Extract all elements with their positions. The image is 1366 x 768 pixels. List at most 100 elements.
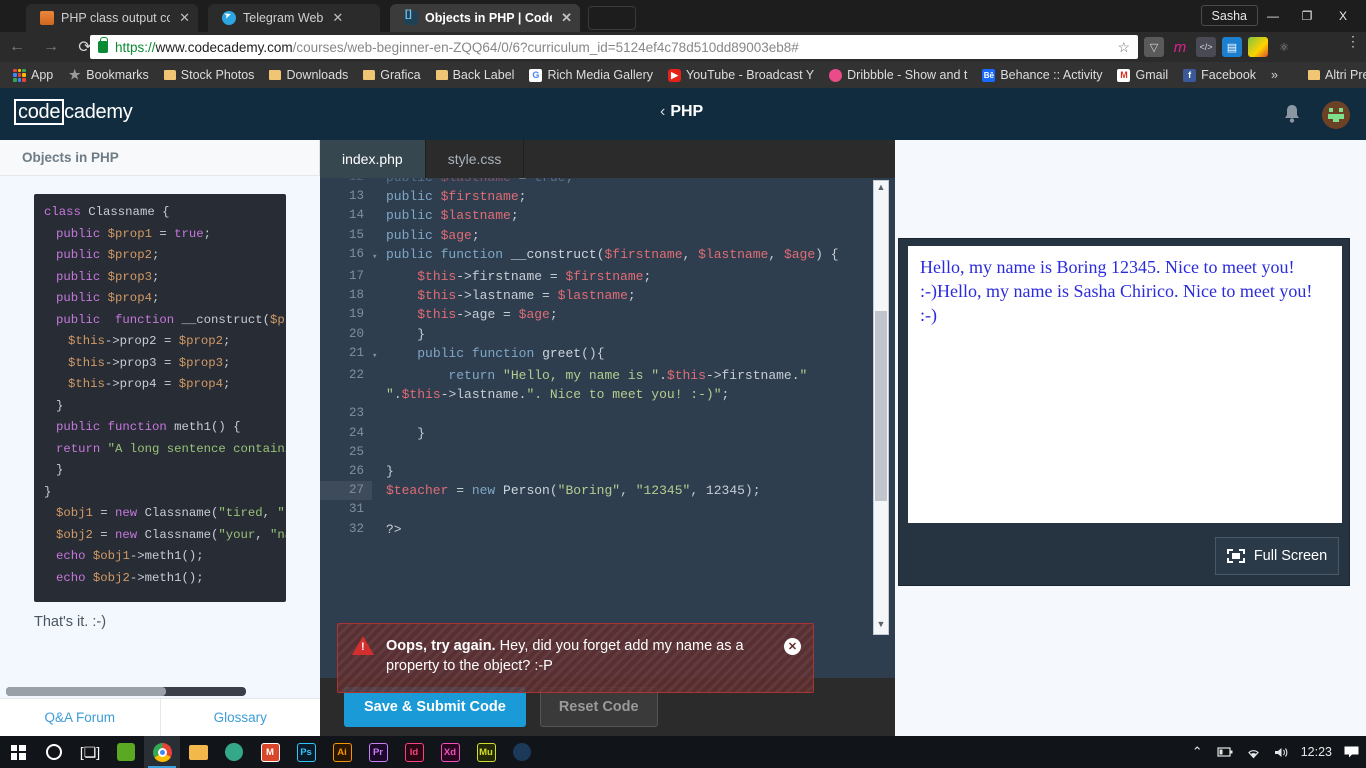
scroll-up-arrow-icon[interactable]: ▲ — [874, 182, 888, 196]
wifi-icon[interactable] — [1245, 744, 1262, 761]
codecademy-logo[interactable]: code cademy — [14, 99, 133, 125]
code-line[interactable]: 16 ▾ public function __construct($firstnam… — [320, 245, 855, 267]
fold-toggle-icon[interactable] — [372, 404, 382, 423]
illustrator-taskbar[interactable]: Ai — [324, 736, 360, 768]
chrome-menu-button[interactable]: ⋮ — [1346, 34, 1360, 48]
bookmark-behance[interactable]: Bē Behance :: Activity — [976, 66, 1108, 84]
bookmark-facebook[interactable]: f Facebook — [1177, 66, 1262, 84]
back-button[interactable]: ← — [0, 32, 34, 62]
battery-icon[interactable] — [1217, 744, 1234, 761]
sidebar-code-hscrollbar[interactable] — [6, 687, 246, 696]
file-explorer-taskbar[interactable] — [180, 736, 216, 768]
fold-toggle-icon[interactable]: ▾ — [372, 344, 382, 366]
bookmark-other-folder[interactable]: Altri Preferiti — [1302, 66, 1366, 84]
bookmark-youtube[interactable]: ▶ YouTube - Broadcast Y — [662, 66, 820, 84]
code-line[interactable]: 26} — [320, 462, 855, 481]
photoshop-taskbar[interactable]: Ps — [288, 736, 324, 768]
code-editor-area[interactable]: 12 public $lastname = true; 13 public $firs… — [320, 178, 895, 678]
code-line[interactable]: 32 ?> — [320, 520, 855, 539]
bookmark-rich-media-gallery[interactable]: G Rich Media Gallery — [523, 66, 659, 84]
muse-taskbar[interactable]: Mu — [468, 736, 504, 768]
bookmark-star-icon[interactable]: ☆ — [1117, 39, 1130, 56]
bookmark-stock-photos[interactable]: Stock Photos — [158, 66, 261, 84]
fold-toggle-icon[interactable] — [372, 424, 382, 443]
fold-toggle-icon[interactable] — [372, 178, 382, 187]
close-icon[interactable]: ✕ — [784, 638, 801, 655]
mega-taskbar[interactable]: M — [252, 736, 288, 768]
chrome-taskbar[interactable] — [144, 736, 180, 768]
pocket-extension-icon[interactable]: ▽ — [1144, 37, 1164, 57]
bookmark-bookmarks[interactable]: ★ Bookmarks — [62, 66, 155, 84]
code-line[interactable]: 17 $this->firstname = $firstname; — [320, 267, 855, 286]
react-devtools-extension-icon[interactable]: ⚛ — [1274, 37, 1294, 57]
indesign-taskbar[interactable]: Id — [396, 736, 432, 768]
window-close-button[interactable]: X — [1328, 5, 1358, 26]
code-line[interactable]: 14 public $lastname; — [320, 206, 855, 225]
breadcrumb[interactable]: ‹ PHP — [660, 103, 703, 121]
window-user-button[interactable]: Sasha — [1200, 5, 1258, 26]
code-extension-icon[interactable]: </> — [1196, 37, 1216, 57]
bookmarks-overflow-button[interactable]: » — [1265, 68, 1284, 82]
volume-icon[interactable] — [1273, 744, 1290, 761]
bell-icon[interactable] — [1283, 104, 1301, 124]
code-line[interactable]: 27 $teacher = new Person("Boring", "12345… — [320, 481, 855, 501]
forward-button[interactable]: → — [34, 32, 68, 62]
fold-toggle-icon[interactable] — [372, 520, 382, 539]
fold-toggle-icon[interactable] — [372, 206, 382, 225]
code-line[interactable]: 18 $this->lastname = $lastname; — [320, 286, 855, 305]
close-icon[interactable]: ✕ — [179, 10, 190, 26]
code-line[interactable]: 13 public $firstname; — [320, 187, 855, 206]
fold-toggle-icon[interactable] — [372, 500, 382, 519]
bookmark-dribbble[interactable]: Dribbble - Show and t — [823, 66, 973, 84]
avatar[interactable] — [1322, 101, 1350, 129]
browser-tab-0[interactable]: PHP class output correctl ✕ — [26, 4, 198, 32]
browser-tab-1[interactable]: Telegram Web ✕ — [208, 4, 380, 32]
clock[interactable]: 12:23 — [1301, 745, 1332, 759]
fold-toggle-icon[interactable] — [372, 187, 382, 206]
premiere-taskbar[interactable]: Pr — [360, 736, 396, 768]
colorzilla-extension-icon[interactable]: ■ — [1248, 37, 1268, 57]
new-tab-button[interactable] — [588, 6, 636, 30]
bookmark-downloads[interactable]: Downloads — [263, 66, 354, 84]
sidebar-item-glossary[interactable]: Glossary — [159, 699, 321, 736]
cortana-button[interactable] — [36, 736, 72, 768]
window-maximize-button[interactable]: ❐ — [1292, 5, 1322, 26]
code-line[interactable]: 12 public $lastname = true; — [320, 178, 855, 187]
fold-toggle-icon[interactable] — [372, 286, 382, 305]
code-line[interactable]: 22 return "Hello, my name is ".$this->fi… — [320, 366, 855, 404]
editor-vertical-scrollbar[interactable]: ▲ ▼ — [873, 180, 889, 635]
code-line[interactable]: 19 $this->age = $age; — [320, 305, 855, 324]
bookmark-grafica[interactable]: Grafica — [357, 66, 426, 84]
fold-toggle-icon[interactable] — [372, 462, 382, 481]
sidebar-item-qa-forum[interactable]: Q&A Forum — [0, 699, 160, 736]
save-submit-button[interactable]: Save & Submit Code — [344, 687, 526, 727]
start-button[interactable] — [0, 736, 36, 768]
scrollbar-thumb[interactable] — [875, 311, 887, 501]
reset-code-button[interactable]: Reset Code — [539, 687, 658, 727]
bookmark-gmail[interactable]: M Gmail — [1111, 66, 1174, 84]
fold-toggle-icon[interactable] — [372, 325, 382, 344]
fold-toggle-icon[interactable] — [372, 366, 382, 404]
tab-index-php[interactable]: index.php — [320, 140, 426, 178]
code-line[interactable]: 15 public $age; — [320, 226, 855, 245]
address-bar[interactable]: https://www.codecademy.com/courses/web-b… — [90, 35, 1138, 59]
paint-taskbar[interactable] — [504, 736, 540, 768]
fold-toggle-icon[interactable]: ▾ — [372, 245, 382, 267]
code-line[interactable]: 20 } — [320, 325, 855, 344]
code-line[interactable]: 25 — [320, 443, 855, 462]
window-minimize-button[interactable]: — — [1258, 5, 1288, 26]
fold-toggle-icon[interactable] — [372, 481, 382, 500]
code-line[interactable]: 31 — [320, 500, 855, 519]
fold-toggle-icon[interactable] — [372, 226, 382, 245]
notification-icon[interactable] — [1343, 744, 1360, 761]
evernote-clipper-extension-icon[interactable]: ▤ — [1222, 37, 1242, 57]
bookmark-app[interactable]: App — [7, 66, 59, 84]
xd-taskbar[interactable]: Xd — [432, 736, 468, 768]
fold-toggle-icon[interactable] — [372, 305, 382, 324]
tray-chevron-icon[interactable]: ⌃ — [1189, 744, 1206, 761]
evernote-taskbar[interactable] — [108, 736, 144, 768]
tab-style-css[interactable]: style.css — [426, 140, 525, 178]
close-icon[interactable]: ✕ — [332, 10, 343, 26]
close-icon[interactable]: ✕ — [561, 10, 572, 26]
browser-tab-2-active[interactable]: Objects in PHP | Codecad ✕ — [390, 4, 580, 32]
